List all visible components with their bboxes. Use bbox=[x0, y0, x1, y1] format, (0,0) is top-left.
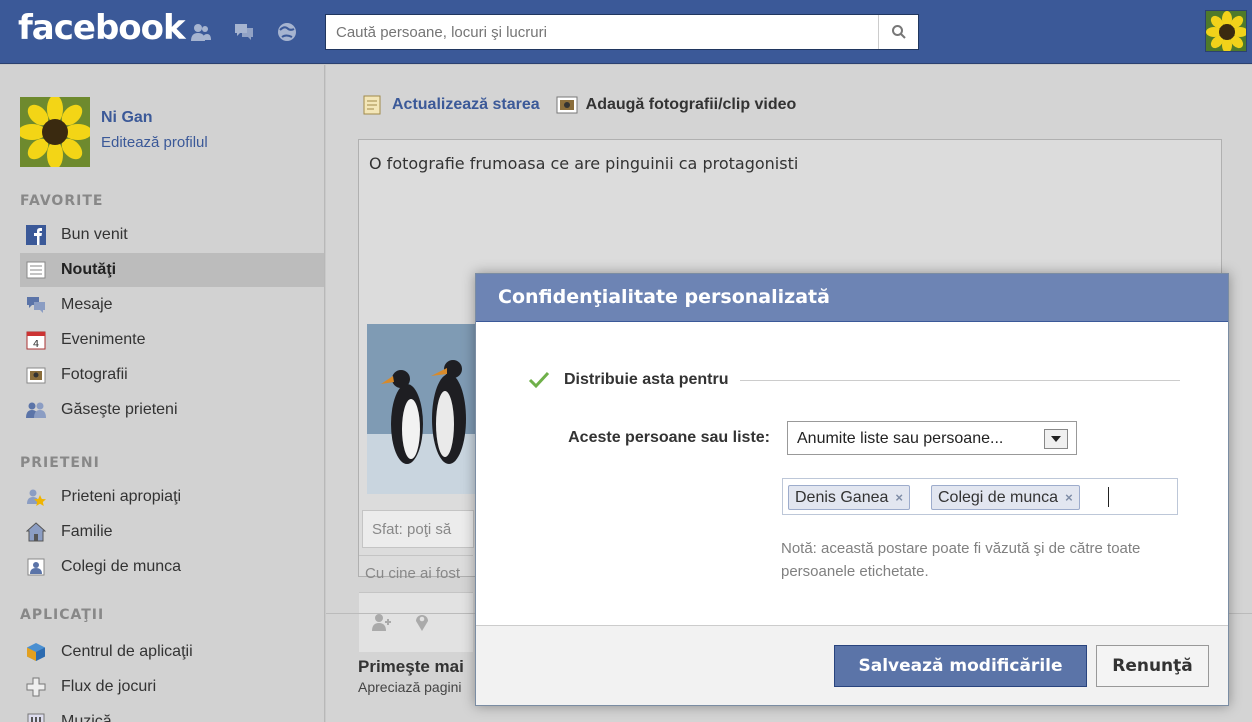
sidebar-item-news-feed[interactable]: Noutăţi bbox=[20, 253, 324, 287]
sidebar-item-photos[interactable]: Fotografii bbox=[20, 358, 324, 392]
sidebar-item-label: Noutăţi bbox=[61, 261, 117, 278]
profile-picture[interactable] bbox=[20, 97, 90, 167]
tagged-people-note: Notă: această postare poate fi văzută şi… bbox=[781, 540, 1141, 580]
calendar-icon: 4 bbox=[25, 329, 47, 351]
top-bar: facebook bbox=[0, 0, 1252, 64]
user-avatar[interactable] bbox=[1205, 10, 1247, 52]
search-button[interactable] bbox=[878, 15, 918, 49]
promo-subtitle: Apreciază pagini bbox=[358, 679, 462, 695]
sidebar-item-label: Bun venit bbox=[61, 226, 128, 243]
remove-token-icon[interactable]: × bbox=[1065, 490, 1073, 505]
notifications-icon[interactable] bbox=[276, 22, 298, 42]
search-icon bbox=[891, 25, 906, 39]
sidebar-item-label: Flux de jocuri bbox=[61, 678, 157, 695]
sidebar-item-label: Găseşte prieteni bbox=[61, 401, 178, 418]
facebook-f-icon bbox=[25, 224, 47, 246]
work-icon bbox=[25, 556, 47, 578]
share-section: Distribuie asta pentru bbox=[528, 369, 1180, 391]
games-icon bbox=[25, 676, 47, 698]
find-friends-icon bbox=[25, 399, 47, 421]
music-icon bbox=[25, 711, 47, 722]
add-person-icon bbox=[372, 614, 391, 631]
dialog-title: Confidenţialitate personalizată bbox=[498, 286, 830, 308]
sidebar-item-welcome[interactable]: Bun venit bbox=[20, 218, 324, 252]
section-divider bbox=[740, 379, 1180, 381]
house-icon bbox=[25, 521, 47, 543]
save-changes-button[interactable]: Salvează modificările bbox=[834, 645, 1087, 687]
token-label: Colegi de munca bbox=[938, 488, 1059, 506]
status-textarea[interactable]: O fotografie frumoasa ce are pinguinii c… bbox=[369, 154, 798, 173]
sidebar-item-label: Fotografii bbox=[61, 366, 128, 383]
share-label: Distribuie asta pentru bbox=[564, 371, 729, 388]
text-caret bbox=[1108, 487, 1109, 507]
profile-name[interactable]: Ni Gan bbox=[101, 109, 153, 127]
people-token-input[interactable]: Denis Ganea × Colegi de munca × bbox=[782, 478, 1178, 515]
sidebar-item-family[interactable]: Familie bbox=[20, 515, 324, 549]
tag-people-button[interactable] bbox=[367, 607, 397, 637]
chevron-down-icon[interactable] bbox=[1044, 429, 1068, 449]
edit-profile-link[interactable]: Editează profilul bbox=[101, 134, 208, 151]
messages-icon[interactable] bbox=[233, 22, 255, 42]
composer-actions bbox=[359, 592, 473, 652]
tab-add-photos-video[interactable]: Adaugă fotografii/clip video bbox=[556, 95, 797, 115]
dialog-header: Confidenţialitate personalizată bbox=[476, 274, 1228, 322]
person-token[interactable]: Denis Ganea × bbox=[788, 485, 910, 510]
add-location-button[interactable] bbox=[407, 607, 437, 637]
sidebar-item-label: Centrul de aplicaţii bbox=[61, 643, 193, 660]
cancel-button[interactable]: Renunţă bbox=[1096, 645, 1209, 687]
apps-section-title: APLICAŢII bbox=[20, 607, 105, 623]
tab-label: Actualizează starea bbox=[392, 96, 540, 113]
star-friends-icon bbox=[25, 486, 47, 508]
remove-token-icon[interactable]: × bbox=[895, 490, 903, 505]
sidebar-item-music[interactable]: Muzică bbox=[20, 705, 324, 722]
promo-title: Primeşte mai bbox=[358, 657, 464, 676]
people-or-lists-label: Aceste persoane sau liste: bbox=[568, 429, 770, 446]
sidebar-item-label: Prieteni apropiaţi bbox=[61, 488, 182, 505]
uploaded-photo-thumbnail[interactable] bbox=[367, 324, 479, 494]
news-feed-icon bbox=[25, 259, 47, 281]
sidebar-item-close-friends[interactable]: Prieteni apropiaţi bbox=[20, 480, 324, 514]
search-input[interactable] bbox=[326, 15, 880, 49]
sidebar-item-find-friends[interactable]: Găseşte prieteni bbox=[20, 393, 324, 427]
location-pin-icon bbox=[416, 615, 428, 631]
sidebar-item-label: Mesaje bbox=[61, 296, 113, 313]
audience-select[interactable]: Anumite liste sau persoane... bbox=[787, 421, 1077, 455]
status-icon bbox=[363, 95, 381, 115]
list-token[interactable]: Colegi de munca × bbox=[931, 485, 1080, 510]
left-sidebar: Ni Gan Editează profilul FAVORITE Bun ve… bbox=[0, 65, 325, 722]
sidebar-item-label: Familie bbox=[61, 523, 113, 540]
composer-tabs: Actualizează starea Adaugă fotografii/cl… bbox=[362, 95, 812, 115]
facebook-logo[interactable]: facebook bbox=[18, 8, 186, 48]
friend-requests-icon[interactable] bbox=[190, 22, 212, 42]
sidebar-item-messages[interactable]: Mesaje bbox=[20, 288, 324, 322]
sidebar-item-app-center[interactable]: Centrul de aplicaţii bbox=[20, 635, 324, 669]
messages-icon bbox=[25, 294, 47, 316]
sidebar-item-coworkers[interactable]: Colegi de munca bbox=[20, 550, 324, 584]
custom-privacy-dialog: Confidenţialitate personalizată Distribu… bbox=[475, 273, 1229, 706]
audience-select-value: Anumite liste sau persoane... bbox=[797, 430, 1004, 447]
sidebar-item-label: Colegi de munca bbox=[61, 558, 182, 575]
app-center-icon bbox=[25, 641, 47, 663]
tab-label: Adaugă fotografii/clip video bbox=[585, 96, 797, 113]
checkmark-icon bbox=[528, 371, 550, 389]
tip-field[interactable]: Sfat: poţi să bbox=[362, 510, 474, 548]
search-box bbox=[325, 14, 919, 50]
favorites-section-title: FAVORITE bbox=[20, 193, 104, 209]
svg-text:4: 4 bbox=[33, 339, 39, 350]
with-who-field[interactable]: Cu cine ai fost bbox=[359, 555, 473, 591]
sidebar-item-label: Evenimente bbox=[61, 331, 146, 348]
sidebar-item-games-feed[interactable]: Flux de jocuri bbox=[20, 670, 324, 704]
friends-section-title: PRIETENI bbox=[20, 455, 100, 471]
tab-update-status[interactable]: Actualizează starea bbox=[362, 95, 540, 115]
token-label: Denis Ganea bbox=[795, 488, 889, 506]
photos-icon bbox=[25, 364, 47, 386]
photo-icon bbox=[556, 96, 578, 114]
dialog-footer: Salvează modificările Renunţă bbox=[476, 625, 1228, 705]
sidebar-item-events[interactable]: 4 Evenimente bbox=[20, 323, 324, 357]
sidebar-item-label: Muzică bbox=[61, 713, 112, 722]
